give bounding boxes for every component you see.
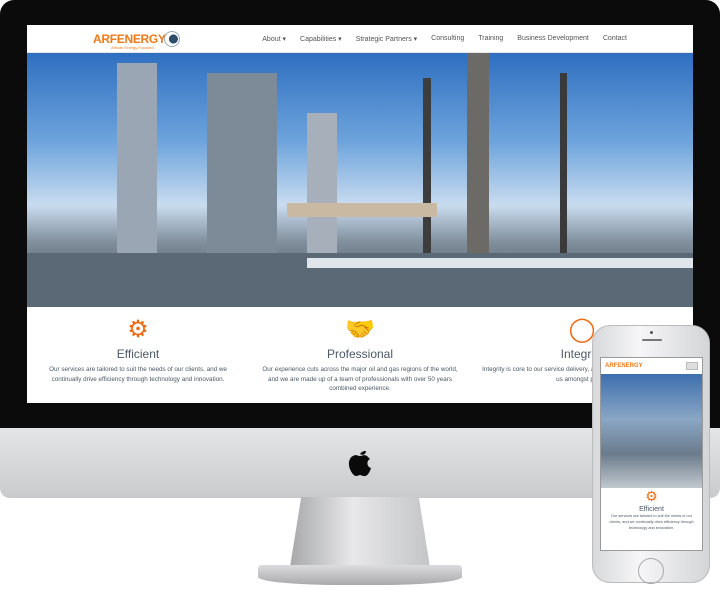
logo[interactable]: ARFENERGY African Energy Focused bbox=[93, 30, 180, 50]
nav-capabilities[interactable]: Capabilities ▾ bbox=[300, 35, 342, 43]
speaker-icon bbox=[642, 339, 662, 341]
mobile-website: ARFENERGY ⚙ Efficient Our services are t… bbox=[600, 357, 703, 551]
feature-title: Professional bbox=[326, 347, 394, 361]
nav-about[interactable]: About ▾ bbox=[262, 35, 286, 43]
imac-foot bbox=[258, 565, 462, 585]
logo-tagline: African Energy Focused bbox=[111, 44, 154, 50]
nav-strategic-partners[interactable]: Strategic Partners ▾ bbox=[356, 35, 417, 43]
hamburger-menu-icon[interactable] bbox=[686, 362, 698, 370]
feature-title: Efficient bbox=[116, 347, 160, 361]
imac-stand bbox=[290, 497, 430, 567]
nav-business-development[interactable]: Business Development bbox=[517, 35, 589, 43]
globe-icon bbox=[163, 30, 180, 47]
iphone-frame: ARFENERGY ⚙ Efficient Our services are t… bbox=[592, 325, 710, 584]
feature-text: Our experience cuts across the major oil… bbox=[262, 366, 458, 392]
hero-image-refinery bbox=[27, 53, 693, 307]
feature-efficient: ⚙ Efficient Our services are tailored to… bbox=[601, 488, 702, 531]
home-button[interactable] bbox=[638, 558, 664, 584]
hero-image-refinery bbox=[601, 374, 702, 488]
navbar: ARFENERGY African Energy Focused About ▾… bbox=[27, 25, 693, 53]
feature-text: Our services are tailored to suit the ne… bbox=[609, 514, 694, 530]
gears-icon: ⚙ bbox=[645, 488, 658, 504]
feature-text: Our services are tailored to suit the ne… bbox=[49, 366, 227, 383]
nav-training[interactable]: Training bbox=[478, 35, 503, 43]
apple-logo-icon bbox=[348, 451, 371, 477]
logo-text[interactable]: ARFENERGY bbox=[605, 363, 643, 369]
logo-text: ARFENERGY bbox=[93, 31, 166, 46]
feature-professional: 🤝 Professional Our experience cuts acros… bbox=[249, 315, 471, 394]
nav-consulting[interactable]: Consulting bbox=[431, 35, 464, 43]
camera-icon bbox=[650, 331, 653, 334]
handshake-icon: 🤝 bbox=[345, 316, 375, 343]
feature-efficient: ⚙ Efficient Our services are tailored to… bbox=[27, 315, 249, 394]
nav-contact[interactable]: Contact bbox=[603, 35, 627, 43]
gears-icon: ⚙ bbox=[127, 316, 149, 343]
feature-title: Efficient bbox=[639, 506, 664, 513]
